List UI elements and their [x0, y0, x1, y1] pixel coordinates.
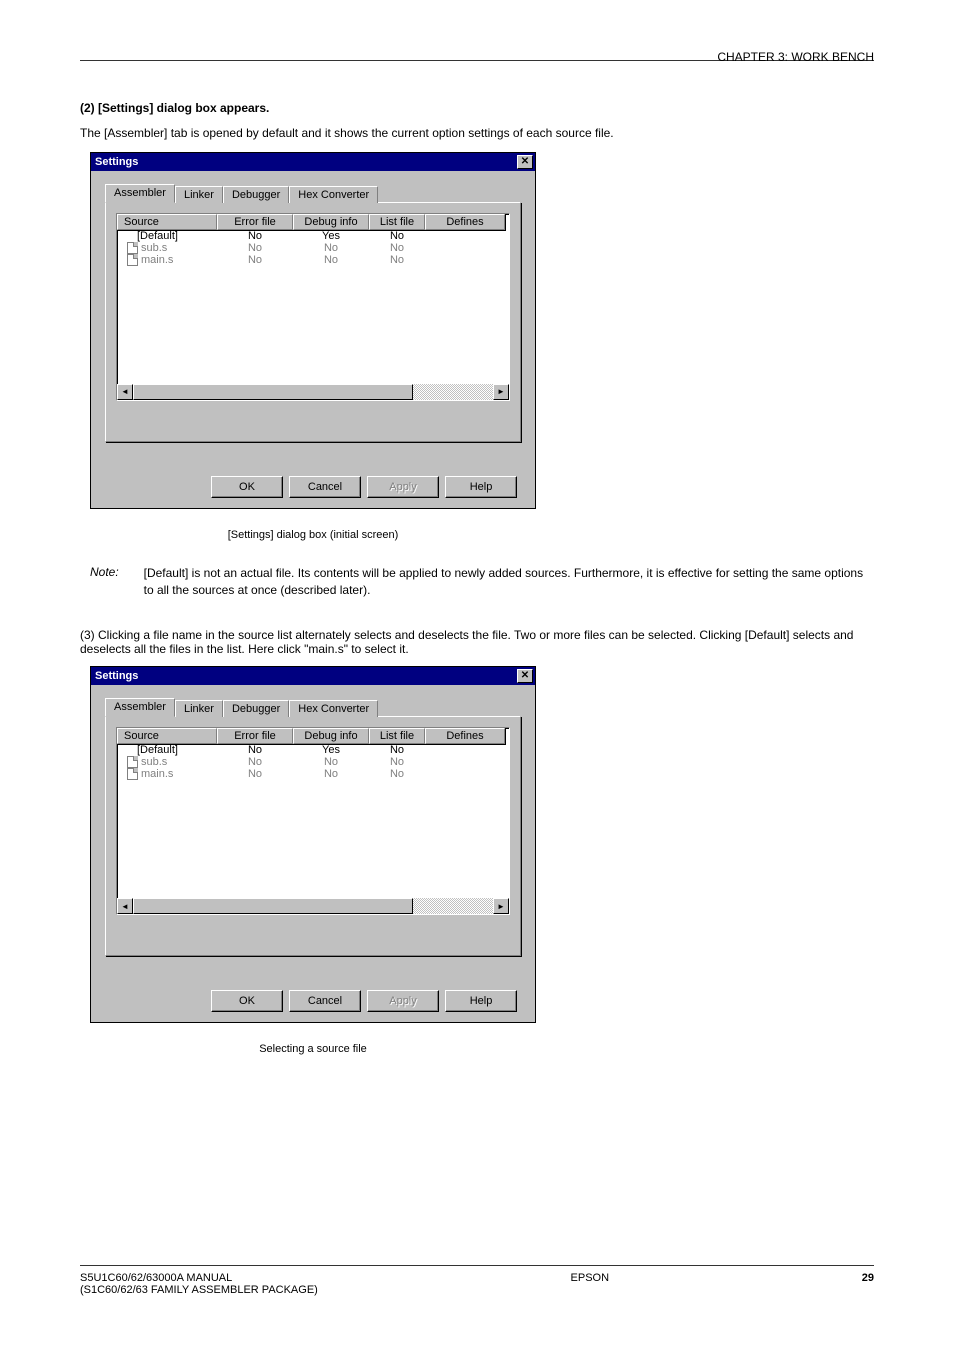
ok-button[interactable]: OK: [211, 476, 283, 498]
col-debug-info[interactable]: Debug info: [293, 728, 369, 744]
cancel-button[interactable]: Cancel: [289, 476, 361, 498]
col-list-file[interactable]: List file: [369, 214, 425, 230]
file-icon: [127, 756, 138, 768]
tab-linker[interactable]: Linker: [175, 700, 223, 717]
note-body: [Default] is not an actual file. Its con…: [144, 565, 868, 599]
tab-debugger[interactable]: Debugger: [223, 186, 289, 203]
tab-hex-converter[interactable]: Hex Converter: [289, 186, 378, 203]
help-button[interactable]: Help: [445, 476, 517, 498]
tab-assembler[interactable]: Assembler: [105, 184, 175, 203]
note-label: Note:: [90, 565, 140, 579]
footer-page-number: 29: [862, 1272, 874, 1296]
close-icon[interactable]: ✕: [517, 155, 533, 169]
tab-strip: Assembler Linker Debugger Hex Converter: [105, 184, 521, 203]
col-defines[interactable]: Defines: [425, 728, 505, 744]
footer-manual-sub: (S1C60/62/63 FAMILY ASSEMBLER PACKAGE): [80, 1284, 318, 1296]
tab-assembler[interactable]: Assembler: [105, 698, 175, 717]
table-row[interactable]: main.s No No No: [117, 768, 509, 780]
scroll-right-icon[interactable]: ►: [493, 898, 509, 914]
horizontal-scrollbar[interactable]: ◄ ►: [117, 384, 509, 400]
cancel-button[interactable]: Cancel: [289, 990, 361, 1012]
col-error-file[interactable]: Error file: [217, 214, 293, 230]
col-list-file[interactable]: List file: [369, 728, 425, 744]
file-icon: [127, 254, 138, 266]
settings-dialog-2: Settings ✕ Assembler Linker Debugger Hex…: [90, 666, 536, 1023]
col-source[interactable]: Source: [117, 214, 217, 230]
figure-caption-2: Selecting a source file: [90, 1043, 536, 1055]
header-chapter: CHAPTER 3: WORK BENCH: [717, 50, 874, 64]
step-2-heading: (2) [Settings] dialog box appears.: [80, 101, 874, 115]
table-row[interactable]: main.s No No No: [117, 254, 509, 266]
scroll-right-icon[interactable]: ►: [493, 384, 509, 400]
table-row[interactable]: [Default] No Yes No: [117, 744, 509, 756]
tab-debugger[interactable]: Debugger: [223, 700, 289, 717]
source-list[interactable]: Source Error file Debug info List file D…: [116, 727, 510, 915]
scroll-left-icon[interactable]: ◄: [117, 384, 133, 400]
horizontal-scrollbar[interactable]: ◄ ►: [117, 898, 509, 914]
file-icon: [127, 768, 138, 780]
tab-linker[interactable]: Linker: [175, 186, 223, 203]
step-2-desc: The [Assembler] tab is opened by default…: [80, 125, 874, 142]
footer-manual-title: S5U1C60/62/63000A MANUAL: [80, 1272, 318, 1284]
apply-button: Apply: [367, 476, 439, 498]
settings-dialog-1: Settings ✕ Assembler Linker Debugger Hex…: [90, 152, 536, 509]
tab-hex-converter[interactable]: Hex Converter: [289, 700, 378, 717]
scroll-thumb[interactable]: [133, 384, 413, 400]
tab-strip: Assembler Linker Debugger Hex Converter: [105, 698, 521, 717]
scroll-left-icon[interactable]: ◄: [117, 898, 133, 914]
table-row[interactable]: [Default] No Yes No: [117, 230, 509, 242]
close-icon[interactable]: ✕: [517, 669, 533, 683]
dialog-title: Settings: [95, 670, 138, 682]
col-error-file[interactable]: Error file: [217, 728, 293, 744]
source-list[interactable]: Source Error file Debug info List file D…: [116, 213, 510, 401]
ok-button[interactable]: OK: [211, 990, 283, 1012]
footer-brand: EPSON: [571, 1272, 610, 1284]
dialog-title: Settings: [95, 156, 138, 168]
file-icon: [127, 242, 138, 254]
apply-button: Apply: [367, 990, 439, 1012]
table-row[interactable]: sub.s No No No: [117, 756, 509, 768]
table-row[interactable]: sub.s No No No: [117, 242, 509, 254]
col-debug-info[interactable]: Debug info: [293, 214, 369, 230]
scroll-thumb[interactable]: [133, 898, 413, 914]
col-defines[interactable]: Defines: [425, 214, 505, 230]
figure-caption-1: [Settings] dialog box (initial screen): [90, 529, 536, 541]
step-3-heading: (3) Clicking a file name in the source l…: [80, 628, 874, 656]
col-source[interactable]: Source: [117, 728, 217, 744]
help-button[interactable]: Help: [445, 990, 517, 1012]
